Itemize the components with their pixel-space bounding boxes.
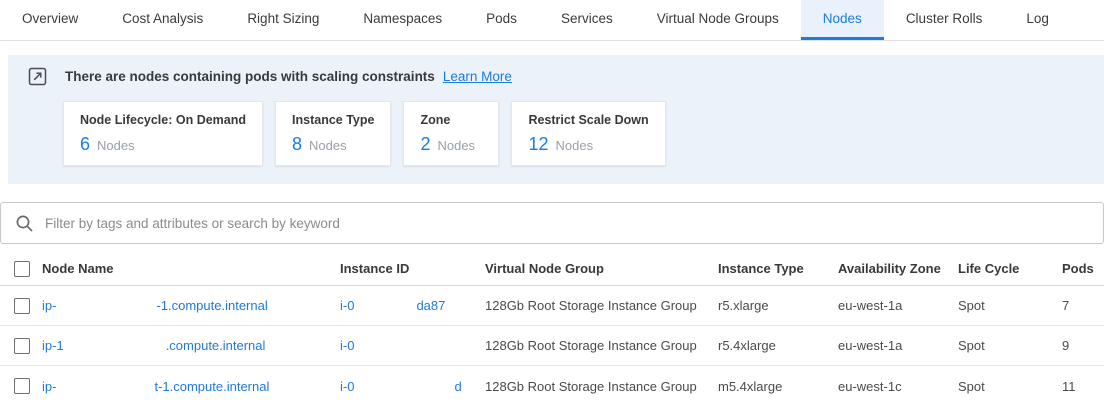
- tab-log[interactable]: Log: [1004, 0, 1071, 40]
- node-name-link[interactable]: ip--1.compute.internal: [42, 298, 340, 313]
- nodes-table: Node Name Instance ID Virtual Node Group…: [0, 252, 1104, 404]
- virtual-node-group-cell: 128Gb Root Storage Instance Group: [485, 298, 718, 313]
- card-value: 6: [80, 134, 90, 155]
- tab-virtual-node-groups[interactable]: Virtual Node Groups: [635, 0, 801, 40]
- card-title: Instance Type: [292, 113, 374, 127]
- life-cycle-cell: Spot: [958, 379, 1062, 394]
- tab-cluster-rolls[interactable]: Cluster Rolls: [884, 0, 1005, 40]
- learn-more-link[interactable]: Learn More: [443, 69, 512, 84]
- pods-cell: 11: [1062, 379, 1104, 394]
- card-title: Zone: [420, 113, 482, 127]
- col-virtual-node-group: Virtual Node Group: [485, 261, 718, 276]
- card-unit: Nodes: [97, 138, 135, 153]
- constraint-summary-cards: Node Lifecycle: On Demand 6 Nodes Instan…: [63, 101, 1104, 166]
- card-title: Node Lifecycle: On Demand: [80, 113, 246, 127]
- search-input[interactable]: [45, 216, 1091, 231]
- instance-type-cell: m5.4xlarge: [718, 379, 838, 394]
- col-life-cycle: Life Cycle: [958, 261, 1062, 276]
- virtual-node-group-cell: 128Gb Root Storage Instance Group: [485, 338, 718, 353]
- filter-search-box: [0, 202, 1104, 244]
- instance-type-cell: r5.xlarge: [718, 298, 838, 313]
- scaling-constraints-banner: There are nodes containing pods with sca…: [8, 55, 1104, 184]
- card-value: 12: [528, 134, 548, 155]
- cluster-tab-bar: Overview Cost Analysis Right Sizing Name…: [0, 0, 1104, 41]
- tab-pods[interactable]: Pods: [464, 0, 539, 40]
- card-value: 8: [292, 134, 302, 155]
- tab-namespaces[interactable]: Namespaces: [341, 0, 464, 40]
- col-pods: Pods: [1062, 261, 1104, 276]
- col-node-name: Node Name: [42, 261, 340, 276]
- col-availability-zone: Availability Zone: [838, 261, 958, 276]
- card-unit: Nodes: [437, 138, 475, 153]
- search-icon: [15, 214, 34, 233]
- virtual-node-group-cell: 128Gb Root Storage Instance Group: [485, 379, 718, 394]
- instance-id-link[interactable]: i-0d: [340, 379, 485, 394]
- col-instance-id: Instance ID: [340, 261, 485, 276]
- tab-right-sizing[interactable]: Right Sizing: [225, 0, 341, 40]
- availability-zone-cell: eu-west-1c: [838, 379, 958, 394]
- tab-cost-analysis[interactable]: Cost Analysis: [100, 0, 225, 40]
- table-row: ip--1.compute.internal i-0da87 128Gb Roo…: [0, 286, 1104, 326]
- card-unit: Nodes: [555, 138, 593, 153]
- card-unit: Nodes: [309, 138, 347, 153]
- scale-up-icon: [28, 67, 47, 86]
- card-node-lifecycle[interactable]: Node Lifecycle: On Demand 6 Nodes: [63, 101, 263, 166]
- card-restrict-scale-down[interactable]: Restrict Scale Down 12 Nodes: [511, 101, 665, 166]
- pods-cell: 9: [1062, 338, 1104, 353]
- row-checkbox[interactable]: [14, 298, 30, 314]
- banner-message: There are nodes containing pods with sca…: [65, 69, 435, 84]
- table-row: ip-1.compute.internal i-0 128Gb Root Sto…: [0, 326, 1104, 366]
- row-checkbox[interactable]: [14, 378, 30, 394]
- life-cycle-cell: Spot: [958, 338, 1062, 353]
- card-title: Restrict Scale Down: [528, 113, 648, 127]
- col-instance-type: Instance Type: [718, 261, 838, 276]
- tab-overview[interactable]: Overview: [0, 0, 100, 40]
- instance-id-link[interactable]: i-0: [340, 338, 485, 353]
- pods-cell: 7: [1062, 298, 1104, 313]
- row-checkbox[interactable]: [14, 338, 30, 354]
- life-cycle-cell: Spot: [958, 298, 1062, 313]
- table-header-row: Node Name Instance ID Virtual Node Group…: [0, 252, 1104, 286]
- card-instance-type[interactable]: Instance Type 8 Nodes: [275, 101, 391, 166]
- card-zone[interactable]: Zone 2 Nodes: [403, 101, 499, 166]
- availability-zone-cell: eu-west-1a: [838, 338, 958, 353]
- card-value: 2: [420, 134, 430, 155]
- table-row: ip-t-1.compute.internal i-0d 128Gb Root …: [0, 366, 1104, 404]
- instance-id-link[interactable]: i-0da87: [340, 298, 485, 313]
- instance-type-cell: r5.4xlarge: [718, 338, 838, 353]
- node-name-link[interactable]: ip-1.compute.internal: [42, 338, 340, 353]
- tab-services[interactable]: Services: [539, 0, 635, 40]
- node-name-link[interactable]: ip-t-1.compute.internal: [42, 379, 340, 394]
- availability-zone-cell: eu-west-1a: [838, 298, 958, 313]
- select-all-checkbox[interactable]: [14, 261, 30, 277]
- tab-nodes[interactable]: Nodes: [801, 0, 884, 40]
